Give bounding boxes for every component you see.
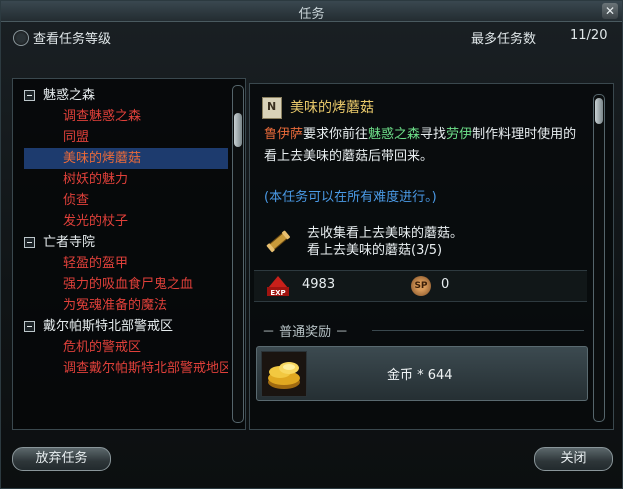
quest-icon-letter: N [267,100,277,113]
exp-icon: EXP [267,276,289,297]
quest-category[interactable]: 亡者寺院 [13,232,228,253]
max-quests-value: 11/20 [570,28,608,43]
quest-list-item[interactable]: 侦查 [13,190,228,211]
quest-list-item[interactable]: 危机的警戒区 [13,337,228,358]
sp-icon: SP [411,276,431,296]
npc-name: 劳伊 [446,127,473,142]
gold-coins-icon [261,351,307,397]
quest-category[interactable]: 戴尔帕斯特北部警戒区 [13,316,228,337]
quest-list-scroll-thumb[interactable] [234,113,242,147]
exp-icon-label: EXP [270,289,285,297]
objective-scroll-icon [266,230,290,253]
quest-category-label: 魅惑之森 [43,88,96,103]
quest-list-scrollbar[interactable] [232,85,244,423]
quest-list-item[interactable]: 轻盈的盔甲 [13,253,228,274]
detail-scroll-thumb[interactable] [595,98,603,124]
show-quest-level-radio[interactable] [13,30,29,46]
window-title: 任务 [298,7,325,22]
quest-category-label: 亡者寺院 [43,235,96,250]
quest-category[interactable]: 魅惑之森 [13,85,228,106]
quest-list-item[interactable]: 强力的吸血食尸鬼之血 [13,274,228,295]
quest-detail-panel: N 美味的烤蘑菇 鲁伊萨要求你前往魅惑之森寻找劳伊制作料理时使用的看上去美味的蘑… [249,83,614,430]
max-quests-label: 最多任务数 [471,32,537,47]
gold-reward-text: 金币 * 644 [387,368,453,383]
desc-text: 要求你前往 [303,127,369,142]
collapse-icon[interactable] [24,237,35,248]
exp-value: 4983 [302,277,336,292]
close-button[interactable]: 关闭 [534,447,613,471]
npc-name: 鲁伊萨 [264,127,304,142]
quest-list-item[interactable]: 美味的烤蘑菇 [24,148,228,169]
objective-progress: 看上去美味的蘑菇(3/5) [307,243,443,258]
reward-stats-bar: EXP 4983 SP 0 [254,270,587,302]
show-quest-level-label: 查看任务等级 [33,32,112,47]
quest-list-item[interactable]: 发光的杖子 [13,211,228,232]
quest-list-panel: 魅惑之森调查魅惑之森 同盟 美味的烤蘑菇 树妖的魅力 侦查 发光的杖子亡者寺院轻盈的盔甲强… [12,78,246,430]
section-divider [372,330,584,331]
quest-category-label: 戴尔帕斯特北部警戒区 [43,319,174,334]
collapse-icon[interactable] [24,90,35,101]
quest-window: 任务 ✕ 查看任务等级 最多任务数 11/20 魅惑之森 调查魅惑之森 同盟 美味的烤… [0,0,623,489]
quest-description: 鲁伊萨要求你前往魅惑之森寻找劳伊制作料理时使用的看上去美味的蘑菇后带回来。 [264,124,584,168]
quest-scroll-icon: N [262,97,282,119]
location-name: 魅惑之森 [368,127,421,142]
objective-text: 去收集看上去美味的蘑菇。 看上去美味的蘑菇(3/5) [307,225,463,259]
desc-text: 寻找 [420,127,447,142]
gold-reward-item[interactable]: 金币 * 644 [256,346,588,401]
quest-list-item[interactable]: 同盟 [13,127,228,148]
sp-value: 0 [441,277,450,292]
quest-list-item[interactable]: 树妖的魅力 [13,169,228,190]
quest-tree: 魅惑之森调查魅惑之森 同盟 美味的烤蘑菇 树妖的魅力 侦查 发光的杖子亡者寺院轻盈的盔甲强… [13,85,228,379]
difficulty-note: (本任务可以在所有难度进行。) [264,190,437,205]
detail-scrollbar[interactable] [593,94,605,422]
close-icon[interactable]: ✕ [602,3,618,19]
collapse-icon[interactable] [24,321,35,332]
quest-list-item[interactable]: 调查魅惑之森 [13,106,228,127]
abandon-quest-button[interactable]: 放弃任务 [12,447,111,471]
reward-section-label: － 普通奖励 － [262,325,349,340]
title-bar[interactable]: 任务 ✕ [1,1,622,22]
quest-title: 美味的烤蘑菇 [290,100,374,116]
objective-line: 去收集看上去美味的蘑菇。 [307,226,464,241]
quest-list-item[interactable]: 为冤魂准备的魔法 [13,295,228,316]
quest-list-item[interactable]: 调查戴尔帕斯特北部警戒地区 [13,358,228,379]
